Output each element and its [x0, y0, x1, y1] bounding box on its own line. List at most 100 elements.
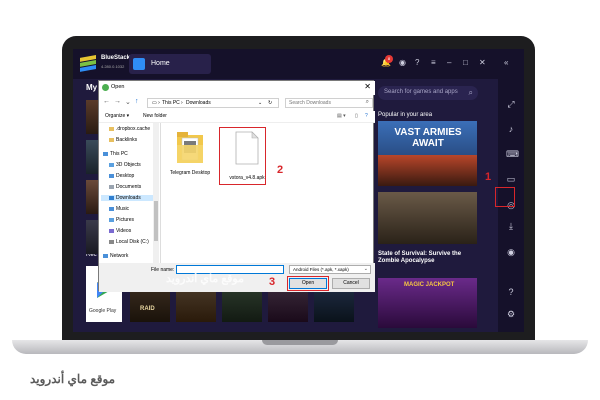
nav-item-dropbox-cache[interactable]: .dropbox.cache: [109, 126, 150, 132]
menu-icon[interactable]: ≡: [431, 59, 436, 67]
breadcrumb-downloads[interactable]: Downloads: [186, 100, 211, 106]
keyboard-icon[interactable]: ⌨: [506, 149, 519, 159]
folder-large-icon: [177, 132, 203, 163]
up-arrow-icon[interactable]: ↑: [135, 98, 139, 105]
help-side-icon[interactable]: ?: [506, 287, 516, 297]
step-3-number: 3: [269, 276, 276, 288]
view-options-icon[interactable]: ▤ ▾: [337, 113, 346, 119]
apk-highlight: [219, 127, 266, 185]
raid-label: RAID: [140, 306, 155, 312]
network-icon: [103, 253, 108, 258]
nav-item-local-disk[interactable]: Local Disk (C:): [109, 239, 149, 245]
nav-item-3d-objects[interactable]: 3D Objects: [109, 162, 141, 168]
promo-card-survival[interactable]: [378, 192, 477, 244]
file-list: Telegram Desktop vstora_v4.8.apk: [162, 123, 375, 263]
pictures-icon: [109, 217, 114, 222]
open-highlight: [287, 276, 329, 291]
settings-icon[interactable]: ⚙: [506, 309, 516, 319]
file-type-select[interactable]: Android Files (*.apk, *.xapk) ⌄: [289, 265, 371, 274]
disk-icon: [109, 239, 114, 244]
nav-item-desktop[interactable]: Desktop: [109, 173, 134, 179]
help-icon[interactable]: ?: [415, 59, 419, 67]
folder-icon: [109, 137, 114, 142]
help-circle-icon[interactable]: ?: [365, 113, 368, 119]
dialog-titlebar: Open ✕: [99, 81, 375, 95]
record-icon[interactable]: ◉: [506, 247, 516, 257]
chevron-down-icon: ⌄: [363, 266, 368, 272]
install-apk-icon[interactable]: ⤓: [506, 221, 516, 231]
promo-art: [378, 155, 477, 186]
music-icon: [109, 206, 114, 211]
fullscreen-icon[interactable]: ⤢: [506, 99, 516, 109]
promo-card-survival-title: State of Survival: Survive the Zombie Ap…: [378, 251, 462, 264]
address-dropdown-icon[interactable]: ⌄: [258, 100, 262, 106]
address-row: ← → ⌄ ↑ ▭ › This PC › Downloads ⌄ ↻ Sear…: [99, 95, 375, 111]
preview-pane-icon[interactable]: ▯: [355, 113, 358, 119]
download-icon: [109, 195, 114, 200]
promo-card-jackpot[interactable]: MAGIC JACKPOT: [378, 278, 477, 328]
promo-card-armies[interactable]: VAST ARMIES AWAIT: [378, 121, 477, 186]
nav-item-documents[interactable]: Documents: [109, 184, 141, 190]
forward-arrow-icon[interactable]: →: [114, 98, 121, 105]
close-icon[interactable]: ✕: [479, 59, 486, 67]
nav-item-network[interactable]: Network: [103, 253, 128, 259]
nav-scrollbar-thumb[interactable]: [154, 201, 158, 241]
new-folder-button[interactable]: New folder: [143, 113, 167, 119]
telegram-folder[interactable]: [176, 131, 204, 165]
documents-icon: [109, 184, 114, 189]
install-apk-highlight: [495, 187, 515, 207]
pc-icon: [103, 151, 108, 156]
folder-icon: [109, 126, 114, 131]
organize-menu[interactable]: Organize ▾: [105, 113, 129, 119]
back-arrow-icon[interactable]: ←: [103, 98, 110, 105]
nav-scrollbar[interactable]: [153, 123, 159, 263]
home-icon: [133, 58, 145, 70]
popular-label: Popular in your area: [378, 112, 433, 118]
cancel-button[interactable]: Cancel: [332, 278, 370, 289]
collapse-icon[interactable]: «: [504, 59, 508, 67]
refresh-icon[interactable]: ↻: [268, 100, 272, 106]
breadcrumb-this-pc[interactable]: This PC: [162, 100, 180, 106]
minimize-icon[interactable]: –: [447, 59, 451, 67]
watermark-page: موقع ماي أندرويد: [30, 372, 116, 386]
pc-small-icon: ▭ ›: [152, 100, 160, 106]
bluestacks-small-icon: [102, 84, 109, 91]
laptop-notch: [262, 340, 338, 345]
search-bar[interactable]: Search for games and apps ⌕: [378, 86, 478, 100]
search-icon: ⌕: [468, 88, 473, 97]
nav-item-this-pc[interactable]: This PC: [103, 151, 128, 157]
recent-chevron-icon[interactable]: ⌄: [125, 98, 131, 106]
breadcrumb-separator: ›: [181, 100, 183, 106]
nav-item-backlinks[interactable]: Backlinks: [109, 137, 137, 143]
bluestacks-logo-icon: [80, 55, 96, 72]
promo-card-jackpot-title: MAGIC JACKPOT: [404, 282, 455, 288]
screenshot-icon[interactable]: ▭: [506, 174, 516, 184]
dialog-close-icon[interactable]: ✕: [364, 82, 371, 91]
dialog-search-input[interactable]: Search Downloads ⌕: [285, 98, 373, 108]
google-play-label: Google Play: [89, 308, 117, 314]
open-file-dialog: Open ✕ ← → ⌄ ↑ ▭ › This PC › Downloads ⌄…: [98, 80, 375, 292]
volume-icon[interactable]: ♪: [506, 124, 516, 134]
dialog-search-icon: ⌕: [365, 99, 369, 105]
nav-item-pictures[interactable]: Pictures: [109, 217, 134, 223]
search-placeholder: Search for games and apps: [384, 89, 458, 95]
notification-badge: 8: [385, 55, 393, 63]
tab-home[interactable]: Home: [129, 54, 211, 74]
promo-card-armies-title: VAST ARMIES AWAIT: [394, 127, 462, 149]
step-2-number: 2: [277, 164, 284, 176]
bluestacks-titlebar: BlueStacks 4.280.0.1032 Home 🔔 8 ◉ ? ≡ –…: [73, 49, 524, 79]
nav-item-music[interactable]: Music: [109, 206, 129, 212]
maximize-icon[interactable]: □: [463, 59, 468, 67]
back-icon[interactable]: ←: [506, 329, 516, 332]
address-bar[interactable]: ▭ › This PC › Downloads ⌄ ↻: [147, 98, 279, 108]
app-version: 4.280.0.1032: [101, 64, 125, 69]
nav-item-videos[interactable]: Videos: [109, 228, 131, 234]
dialog-title: Open: [111, 84, 125, 90]
account-icon[interactable]: ◉: [399, 59, 406, 67]
dialog-toolbar: Organize ▾ New folder ▤ ▾ ▯ ?: [99, 111, 375, 123]
nav-item-downloads[interactable]: Downloads: [101, 195, 159, 201]
desktop-icon: [109, 173, 114, 178]
videos-icon: [109, 228, 114, 233]
my-games-label: My: [86, 83, 98, 92]
tab-home-label: Home: [151, 60, 170, 67]
